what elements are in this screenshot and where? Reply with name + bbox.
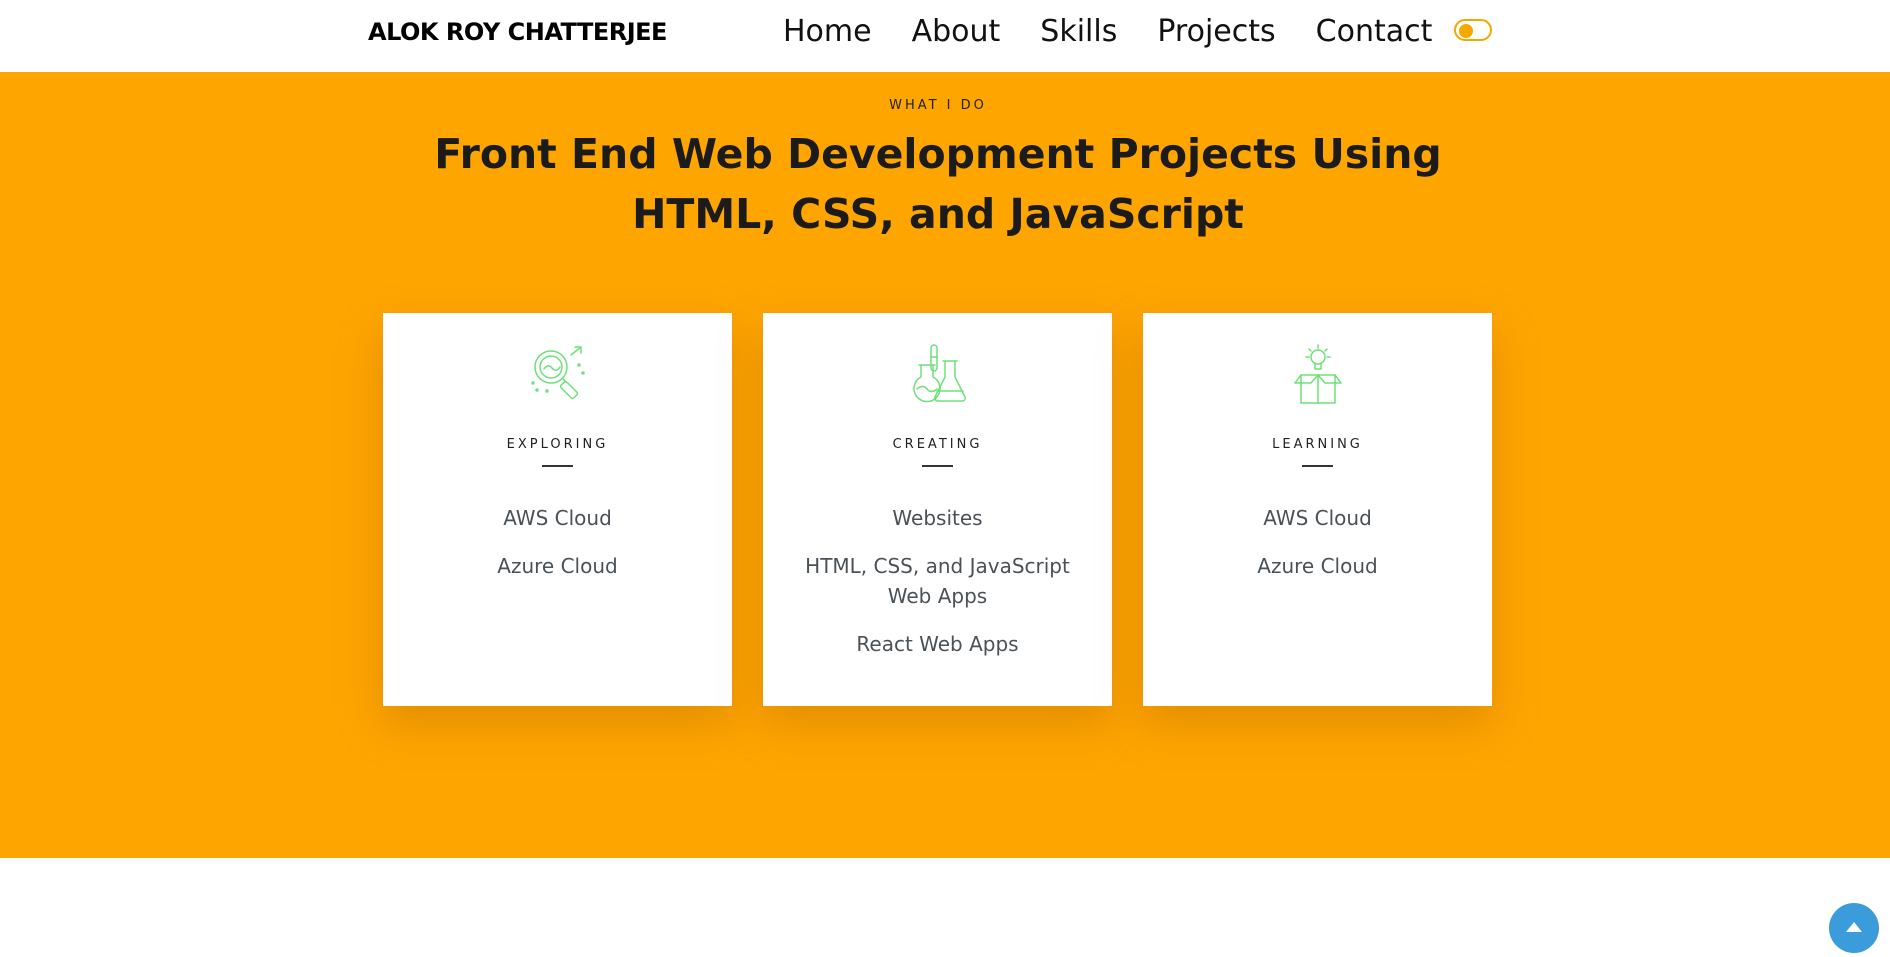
card-list: AWS Cloud Azure Cloud <box>1173 503 1462 599</box>
site-header: ALOK ROY CHATTERJEE Home About Skills Pr… <box>0 0 1890 72</box>
what-i-do-section: WHAT I DO Front End Web Development Proj… <box>0 72 1890 858</box>
card-divider <box>542 465 573 467</box>
list-item: React Web Apps <box>856 632 1019 656</box>
brand-logo[interactable]: ALOK ROY CHATTERJEE <box>368 18 667 46</box>
card-list: Websites HTML, CSS, and JavaScript Web A… <box>793 503 1082 677</box>
card-title: LEARNING <box>1272 437 1363 452</box>
arrow-up-icon <box>1846 922 1862 932</box>
toggle-knob <box>1459 24 1473 38</box>
list-item: Websites <box>892 506 983 530</box>
list-item: AWS Cloud <box>1263 506 1372 530</box>
lightbulb-box-icon <box>1294 344 1342 404</box>
lab-flasks-icon <box>913 344 966 403</box>
nav-projects-link[interactable]: Projects <box>1157 12 1275 52</box>
nav-skills-link[interactable]: Skills <box>1040 12 1117 52</box>
card-learning: LEARNING AWS Cloud Azure Cloud <box>1143 313 1492 706</box>
magnifier-search-icon <box>531 346 585 400</box>
scroll-to-top-button[interactable] <box>1829 903 1879 953</box>
main-nav: Home About Skills Projects Contact <box>783 12 1432 52</box>
card-title: EXPLORING <box>506 437 609 452</box>
section-eyebrow: WHAT I DO <box>889 98 987 113</box>
theme-toggle-switch[interactable] <box>1454 19 1492 41</box>
card-exploring: EXPLORING AWS Cloud Azure Cloud <box>383 313 732 706</box>
list-item: AWS Cloud <box>503 506 612 530</box>
list-item: HTML, CSS, and JavaScript Web Apps <box>805 554 1070 608</box>
card-list: AWS Cloud Azure Cloud <box>413 503 702 599</box>
nav-about-link[interactable]: About <box>912 12 1001 52</box>
nav-home-link[interactable]: Home <box>783 12 872 52</box>
list-item: Azure Cloud <box>497 554 618 578</box>
card-divider <box>922 465 953 467</box>
list-item: Azure Cloud <box>1257 554 1378 578</box>
card-divider <box>1302 465 1333 467</box>
card-creating: CREATING Websites HTML, CSS, and JavaScr… <box>763 313 1112 706</box>
cards-row: EXPLORING AWS Cloud Azure Cloud CREATING <box>383 313 1492 706</box>
nav-contact-link[interactable]: Contact <box>1316 12 1433 52</box>
section-headline: Front End Web Development Projects Using… <box>434 130 1442 238</box>
card-title: CREATING <box>892 437 983 452</box>
